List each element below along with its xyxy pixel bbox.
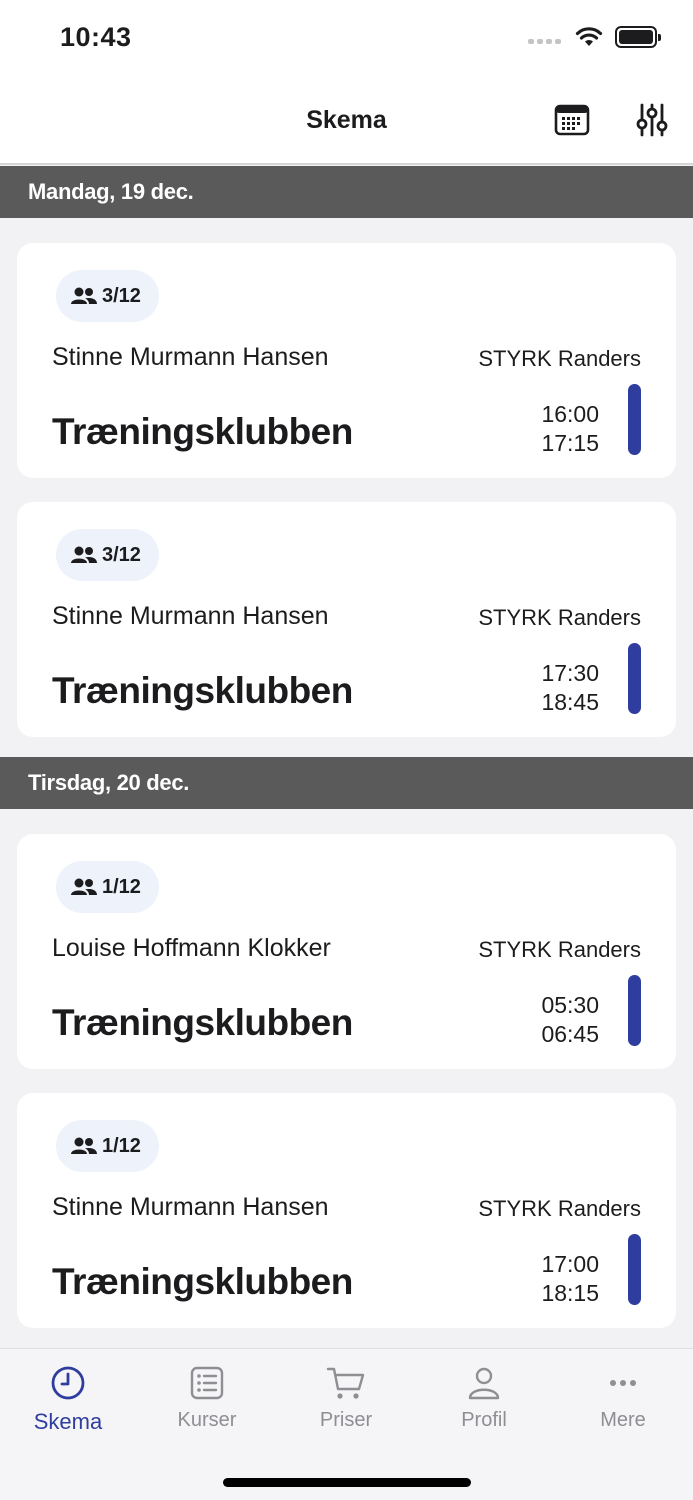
location-name: STYRK Randers: [478, 937, 641, 962]
tab-label: Kurser: [177, 1409, 237, 1431]
battery-icon: [615, 26, 661, 48]
class-card[interactable]: 1/12 Stinne Murmann Hansen STYRK Randers…: [17, 1093, 676, 1328]
tab-label: Priser: [319, 1409, 373, 1431]
instructor-name: Stinne Murmann Hansen: [52, 343, 329, 371]
start-time: 17:00: [541, 1251, 599, 1277]
tab-priser[interactable]: Priser: [286, 1365, 406, 1432]
instructor-name: Louise Hoffmann Klokker: [52, 934, 331, 962]
day-header: Tirsdag, 20 dec.: [0, 757, 693, 809]
class-color-bar: [628, 975, 641, 1046]
class-color-bar: [628, 384, 641, 455]
capacity-text: 1/12: [102, 875, 141, 898]
location-name: STYRK Randers: [478, 1196, 641, 1221]
home-indicator[interactable]: [223, 1478, 471, 1487]
day-classes: 1/12 Louise Hoffmann Klokker STYRK Rande…: [0, 809, 693, 1348]
day-header: Mandag, 19 dec.: [0, 166, 693, 218]
people-icon: [71, 287, 97, 304]
filter-button[interactable]: [632, 100, 672, 140]
capacity-badge: 1/12: [56, 1120, 159, 1172]
location-name: STYRK Randers: [478, 605, 641, 630]
instructor-name: Stinne Murmann Hansen: [52, 602, 329, 630]
end-time: 18:15: [541, 1280, 599, 1306]
class-card[interactable]: 1/12 Louise Hoffmann Klokker STYRK Rande…: [17, 834, 676, 1069]
capacity-badge: 3/12: [56, 529, 159, 581]
schedule-list[interactable]: Mandag, 19 dec. 3/12 Stinne Murmann Hans…: [0, 166, 693, 1348]
class-card[interactable]: 3/12 Stinne Murmann Hansen STYRK Randers…: [17, 502, 676, 737]
capacity-badge: 1/12: [56, 861, 159, 913]
cart-icon: [326, 1367, 365, 1399]
class-card[interactable]: 3/12 Stinne Murmann Hansen STYRK Randers…: [17, 243, 676, 478]
start-time: 17:30: [541, 660, 599, 686]
people-icon: [71, 878, 97, 895]
person-icon: [468, 1367, 500, 1400]
class-color-bar: [628, 643, 641, 714]
tab-mere[interactable]: Mere: [563, 1365, 683, 1432]
calendar-button[interactable]: [552, 100, 592, 140]
capacity-text: 1/12: [102, 1134, 141, 1157]
tab-profil[interactable]: Profil: [424, 1365, 544, 1432]
end-time: 17:15: [541, 430, 599, 456]
instructor-name: Stinne Murmann Hansen: [52, 1193, 329, 1221]
calendar-icon: [554, 104, 590, 136]
sliders-icon: [636, 103, 668, 137]
end-time: 06:45: [541, 1021, 599, 1047]
class-title: Træningsklubben: [52, 411, 353, 452]
tab-kurser[interactable]: Kurser: [147, 1365, 267, 1432]
status-icons: [528, 26, 661, 48]
capacity-text: 3/12: [102, 284, 141, 307]
day-classes: 3/12 Stinne Murmann Hansen STYRK Randers…: [0, 218, 693, 757]
class-times: 16:00 17:15: [541, 400, 599, 458]
status-bar: 10:43: [0, 0, 693, 80]
class-title: Træningsklubben: [52, 670, 353, 711]
capacity-badge: 3/12: [56, 270, 159, 322]
tab-skema[interactable]: Skema: [8, 1365, 128, 1435]
list-icon: [190, 1366, 224, 1400]
tab-label: Mere: [600, 1409, 646, 1431]
more-icon: [610, 1380, 636, 1386]
class-times: 05:30 06:45: [541, 991, 599, 1049]
people-icon: [71, 546, 97, 563]
clock-icon: [51, 1366, 85, 1400]
nav-bar: Skema: [0, 80, 693, 165]
people-icon: [71, 1137, 97, 1154]
status-time: 10:43: [60, 22, 132, 52]
start-time: 16:00: [541, 401, 599, 427]
class-times: 17:00 18:15: [541, 1250, 599, 1308]
class-title: Træningsklubben: [52, 1002, 353, 1043]
location-name: STYRK Randers: [478, 346, 641, 371]
tab-label: Skema: [33, 1409, 103, 1434]
class-title: Træningsklubben: [52, 1261, 353, 1302]
tab-label: Profil: [461, 1409, 507, 1431]
wifi-icon: [575, 27, 603, 46]
class-color-bar: [628, 1234, 641, 1305]
start-time: 05:30: [541, 992, 599, 1018]
class-times: 17:30 18:45: [541, 659, 599, 717]
capacity-text: 3/12: [102, 543, 141, 566]
signal-icon: [528, 38, 561, 44]
end-time: 18:45: [541, 689, 599, 715]
